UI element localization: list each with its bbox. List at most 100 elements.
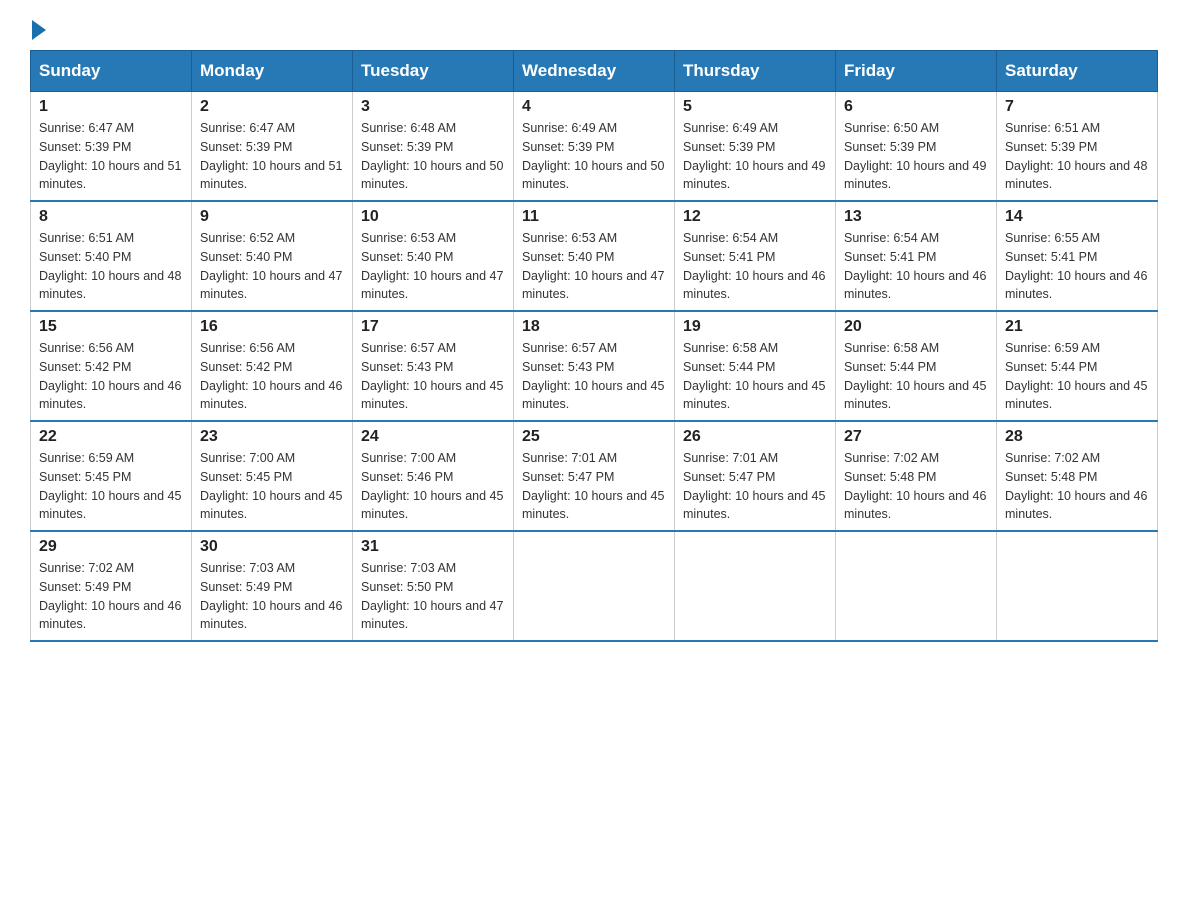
day-number: 14 <box>1005 208 1149 226</box>
day-info: Sunrise: 6:53 AMSunset: 5:40 PMDaylight:… <box>522 231 664 301</box>
day-info: Sunrise: 7:03 AMSunset: 5:49 PMDaylight:… <box>200 561 342 631</box>
day-info: Sunrise: 6:50 AMSunset: 5:39 PMDaylight:… <box>844 121 986 191</box>
day-info: Sunrise: 6:57 AMSunset: 5:43 PMDaylight:… <box>361 341 503 411</box>
day-number: 7 <box>1005 98 1149 116</box>
day-info: Sunrise: 6:54 AMSunset: 5:41 PMDaylight:… <box>844 231 986 301</box>
week-row-3: 15 Sunrise: 6:56 AMSunset: 5:42 PMDaylig… <box>31 311 1158 421</box>
calendar-cell: 15 Sunrise: 6:56 AMSunset: 5:42 PMDaylig… <box>31 311 192 421</box>
day-number: 5 <box>683 98 827 116</box>
calendar-cell: 11 Sunrise: 6:53 AMSunset: 5:40 PMDaylig… <box>514 201 675 311</box>
day-number: 18 <box>522 318 666 336</box>
day-number: 19 <box>683 318 827 336</box>
calendar-cell: 30 Sunrise: 7:03 AMSunset: 5:49 PMDaylig… <box>192 531 353 641</box>
day-info: Sunrise: 6:59 AMSunset: 5:45 PMDaylight:… <box>39 451 181 521</box>
day-number: 8 <box>39 208 183 226</box>
day-number: 17 <box>361 318 505 336</box>
week-row-1: 1 Sunrise: 6:47 AMSunset: 5:39 PMDayligh… <box>31 92 1158 202</box>
calendar-cell: 6 Sunrise: 6:50 AMSunset: 5:39 PMDayligh… <box>836 92 997 202</box>
day-number: 28 <box>1005 428 1149 446</box>
calendar-cell: 20 Sunrise: 6:58 AMSunset: 5:44 PMDaylig… <box>836 311 997 421</box>
day-info: Sunrise: 6:51 AMSunset: 5:39 PMDaylight:… <box>1005 121 1147 191</box>
day-info: Sunrise: 7:00 AMSunset: 5:45 PMDaylight:… <box>200 451 342 521</box>
day-info: Sunrise: 6:55 AMSunset: 5:41 PMDaylight:… <box>1005 231 1147 301</box>
logo <box>30 20 48 40</box>
calendar-cell: 27 Sunrise: 7:02 AMSunset: 5:48 PMDaylig… <box>836 421 997 531</box>
calendar-cell: 28 Sunrise: 7:02 AMSunset: 5:48 PMDaylig… <box>997 421 1158 531</box>
calendar-cell: 31 Sunrise: 7:03 AMSunset: 5:50 PMDaylig… <box>353 531 514 641</box>
calendar-cell: 3 Sunrise: 6:48 AMSunset: 5:39 PMDayligh… <box>353 92 514 202</box>
day-info: Sunrise: 7:02 AMSunset: 5:49 PMDaylight:… <box>39 561 181 631</box>
calendar-cell: 22 Sunrise: 6:59 AMSunset: 5:45 PMDaylig… <box>31 421 192 531</box>
calendar-cell <box>675 531 836 641</box>
day-info: Sunrise: 6:56 AMSunset: 5:42 PMDaylight:… <box>200 341 342 411</box>
calendar-cell: 25 Sunrise: 7:01 AMSunset: 5:47 PMDaylig… <box>514 421 675 531</box>
calendar-cell: 12 Sunrise: 6:54 AMSunset: 5:41 PMDaylig… <box>675 201 836 311</box>
calendar-cell: 1 Sunrise: 6:47 AMSunset: 5:39 PMDayligh… <box>31 92 192 202</box>
day-info: Sunrise: 6:49 AMSunset: 5:39 PMDaylight:… <box>522 121 664 191</box>
day-number: 2 <box>200 98 344 116</box>
calendar-cell: 17 Sunrise: 6:57 AMSunset: 5:43 PMDaylig… <box>353 311 514 421</box>
day-info: Sunrise: 7:01 AMSunset: 5:47 PMDaylight:… <box>522 451 664 521</box>
calendar-body: 1 Sunrise: 6:47 AMSunset: 5:39 PMDayligh… <box>31 92 1158 642</box>
day-number: 25 <box>522 428 666 446</box>
day-info: Sunrise: 6:47 AMSunset: 5:39 PMDaylight:… <box>39 121 181 191</box>
calendar-cell: 19 Sunrise: 6:58 AMSunset: 5:44 PMDaylig… <box>675 311 836 421</box>
day-info: Sunrise: 6:52 AMSunset: 5:40 PMDaylight:… <box>200 231 342 301</box>
week-row-2: 8 Sunrise: 6:51 AMSunset: 5:40 PMDayligh… <box>31 201 1158 311</box>
day-number: 6 <box>844 98 988 116</box>
calendar-cell: 8 Sunrise: 6:51 AMSunset: 5:40 PMDayligh… <box>31 201 192 311</box>
day-number: 15 <box>39 318 183 336</box>
day-info: Sunrise: 6:47 AMSunset: 5:39 PMDaylight:… <box>200 121 342 191</box>
day-info: Sunrise: 6:54 AMSunset: 5:41 PMDaylight:… <box>683 231 825 301</box>
day-number: 30 <box>200 538 344 556</box>
day-info: Sunrise: 6:56 AMSunset: 5:42 PMDaylight:… <box>39 341 181 411</box>
day-number: 1 <box>39 98 183 116</box>
calendar-cell: 21 Sunrise: 6:59 AMSunset: 5:44 PMDaylig… <box>997 311 1158 421</box>
calendar-cell <box>514 531 675 641</box>
calendar-cell: 18 Sunrise: 6:57 AMSunset: 5:43 PMDaylig… <box>514 311 675 421</box>
day-number: 13 <box>844 208 988 226</box>
day-info: Sunrise: 7:01 AMSunset: 5:47 PMDaylight:… <box>683 451 825 521</box>
calendar-cell: 26 Sunrise: 7:01 AMSunset: 5:47 PMDaylig… <box>675 421 836 531</box>
day-info: Sunrise: 7:02 AMSunset: 5:48 PMDaylight:… <box>844 451 986 521</box>
calendar-table: SundayMondayTuesdayWednesdayThursdayFrid… <box>30 50 1158 642</box>
day-header-sunday: Sunday <box>31 51 192 92</box>
day-info: Sunrise: 6:58 AMSunset: 5:44 PMDaylight:… <box>683 341 825 411</box>
day-number: 4 <box>522 98 666 116</box>
calendar-cell: 7 Sunrise: 6:51 AMSunset: 5:39 PMDayligh… <box>997 92 1158 202</box>
day-number: 20 <box>844 318 988 336</box>
day-info: Sunrise: 6:49 AMSunset: 5:39 PMDaylight:… <box>683 121 825 191</box>
day-info: Sunrise: 7:03 AMSunset: 5:50 PMDaylight:… <box>361 561 503 631</box>
day-number: 10 <box>361 208 505 226</box>
day-header-thursday: Thursday <box>675 51 836 92</box>
day-number: 9 <box>200 208 344 226</box>
calendar-cell: 14 Sunrise: 6:55 AMSunset: 5:41 PMDaylig… <box>997 201 1158 311</box>
calendar-cell: 10 Sunrise: 6:53 AMSunset: 5:40 PMDaylig… <box>353 201 514 311</box>
calendar-cell: 13 Sunrise: 6:54 AMSunset: 5:41 PMDaylig… <box>836 201 997 311</box>
day-number: 23 <box>200 428 344 446</box>
week-row-4: 22 Sunrise: 6:59 AMSunset: 5:45 PMDaylig… <box>31 421 1158 531</box>
day-number: 29 <box>39 538 183 556</box>
calendar-cell: 2 Sunrise: 6:47 AMSunset: 5:39 PMDayligh… <box>192 92 353 202</box>
day-number: 31 <box>361 538 505 556</box>
calendar-cell: 29 Sunrise: 7:02 AMSunset: 5:49 PMDaylig… <box>31 531 192 641</box>
day-info: Sunrise: 6:51 AMSunset: 5:40 PMDaylight:… <box>39 231 181 301</box>
day-number: 3 <box>361 98 505 116</box>
calendar-header: SundayMondayTuesdayWednesdayThursdayFrid… <box>31 51 1158 92</box>
calendar-cell: 4 Sunrise: 6:49 AMSunset: 5:39 PMDayligh… <box>514 92 675 202</box>
day-number: 16 <box>200 318 344 336</box>
day-number: 22 <box>39 428 183 446</box>
calendar-cell: 23 Sunrise: 7:00 AMSunset: 5:45 PMDaylig… <box>192 421 353 531</box>
calendar-cell: 16 Sunrise: 6:56 AMSunset: 5:42 PMDaylig… <box>192 311 353 421</box>
day-header-wednesday: Wednesday <box>514 51 675 92</box>
day-number: 12 <box>683 208 827 226</box>
day-info: Sunrise: 6:48 AMSunset: 5:39 PMDaylight:… <box>361 121 503 191</box>
day-info: Sunrise: 6:57 AMSunset: 5:43 PMDaylight:… <box>522 341 664 411</box>
day-header-tuesday: Tuesday <box>353 51 514 92</box>
day-number: 11 <box>522 208 666 226</box>
day-info: Sunrise: 7:00 AMSunset: 5:46 PMDaylight:… <box>361 451 503 521</box>
day-info: Sunrise: 7:02 AMSunset: 5:48 PMDaylight:… <box>1005 451 1147 521</box>
day-header-monday: Monday <box>192 51 353 92</box>
calendar-cell <box>997 531 1158 641</box>
page-header <box>30 20 1158 40</box>
